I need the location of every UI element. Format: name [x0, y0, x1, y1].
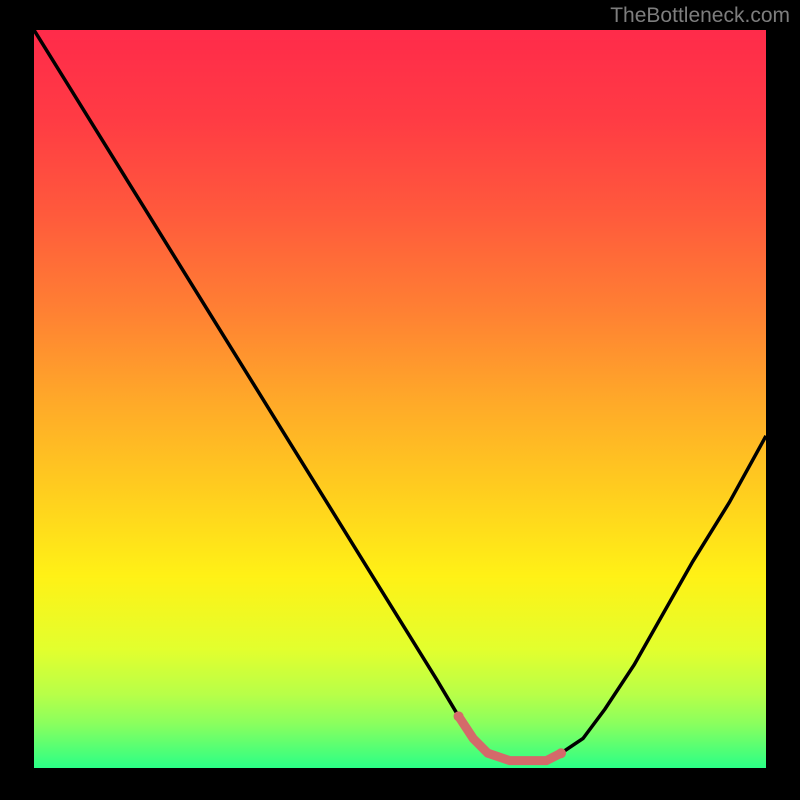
chart-svg — [34, 30, 766, 768]
gradient-background — [34, 30, 766, 768]
chart-container: TheBottleneck.com — [0, 0, 800, 800]
plot-area — [34, 30, 766, 768]
watermark-text: TheBottleneck.com — [610, 4, 790, 28]
highlight-dot-left — [454, 711, 464, 721]
highlight-dot-right — [556, 748, 566, 758]
